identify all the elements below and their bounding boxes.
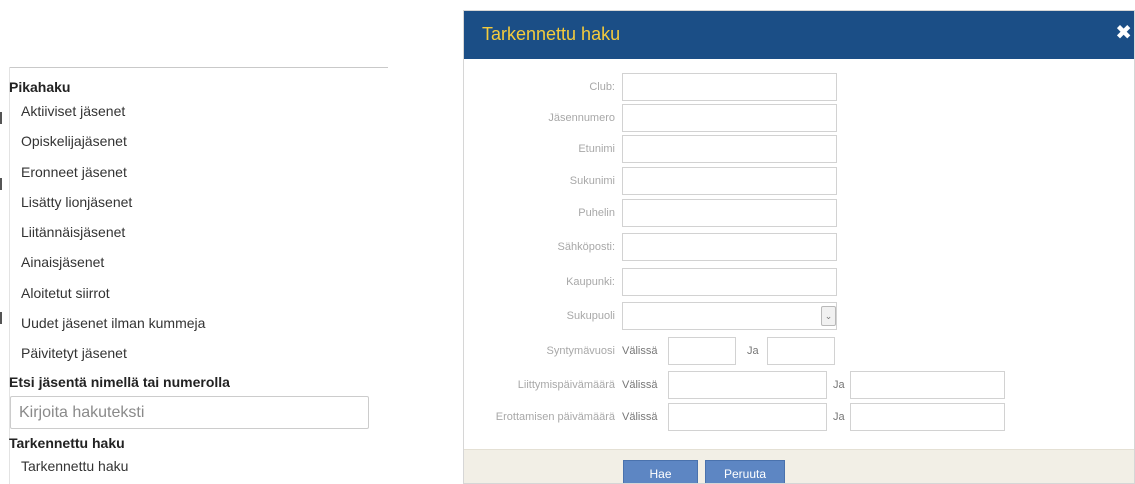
quick-search-item[interactable]: Liitännäisjäsenet [21, 217, 205, 247]
form-row-gender: Sukupuoli ⌄ [464, 302, 1134, 330]
phone-input[interactable] [622, 199, 837, 227]
and-label: Ja [833, 379, 845, 391]
resign-date-from-input[interactable] [668, 403, 827, 431]
quick-search-item[interactable]: Aloitetut siirrot [21, 278, 205, 308]
field-label: Jäsennumero [548, 112, 615, 124]
gender-select[interactable]: ⌄ [622, 302, 837, 330]
resign-date-to-input[interactable] [850, 403, 1005, 431]
quick-search-item[interactable]: Päivitetyt jäsenet [21, 338, 205, 368]
chevron-down-icon[interactable]: ⌄ [821, 306, 836, 326]
field-label: Sukupuoli [566, 310, 615, 322]
background-mark [0, 312, 2, 324]
field-label: Syntymävuosi [546, 345, 615, 357]
quick-search-item[interactable]: Eronneet jäsenet [21, 157, 205, 187]
dialog-title: Tarkennettu haku [482, 24, 621, 44]
club-input[interactable] [622, 73, 837, 101]
quick-search-item[interactable]: Opiskelijajäsenet [21, 126, 205, 156]
birth-year-to-input[interactable] [767, 337, 835, 365]
field-label: Erottamisen päivämäärä [495, 411, 615, 423]
form-row-birth-year: Syntymävuosi Välissä Ja [464, 337, 1134, 365]
quick-search-item[interactable]: Aktiiviset jäsenet [21, 96, 205, 126]
form-row-club: Club: [464, 73, 1134, 101]
cancel-button[interactable]: Peruuta [705, 460, 785, 483]
advanced-search-dialog: Tarkennettu haku ✖ Club: Jäsennumero Etu… [463, 10, 1135, 484]
field-label: Puhelin [578, 207, 615, 219]
join-date-from-input[interactable] [668, 371, 827, 399]
quick-search-item[interactable]: Ainaisjäsenet [21, 247, 205, 277]
field-label: Sukunimi [569, 175, 615, 187]
form-row-first-name: Etunimi [464, 135, 1134, 163]
background-mark [0, 178, 2, 190]
dialog-header: Tarkennettu haku ✖ [464, 11, 1134, 59]
form-row-last-name: Sukunimi [464, 167, 1134, 195]
field-label: Club: [589, 81, 615, 93]
city-input[interactable] [622, 268, 837, 296]
last-name-input[interactable] [622, 167, 837, 195]
advanced-search-heading: Tarkennettu haku [9, 435, 125, 451]
email-input[interactable] [622, 233, 837, 261]
background-mark [0, 112, 2, 124]
field-label: Sähköposti: [557, 241, 615, 253]
form-row-member-number: Jäsennumero [464, 104, 1134, 132]
dialog-footer: Hae Peruuta [464, 449, 1134, 483]
first-name-input[interactable] [622, 135, 837, 163]
quick-search-list: Aktiiviset jäsenet Opiskelijajäsenet Ero… [21, 96, 205, 369]
quick-search-item[interactable]: Lisätty lionjäsenet [21, 187, 205, 217]
form-row-email: Sähköposti: [464, 233, 1134, 261]
form-row-phone: Puhelin [464, 199, 1134, 227]
member-number-input[interactable] [622, 104, 837, 132]
field-label: Kaupunki: [566, 276, 615, 288]
join-date-to-input[interactable] [850, 371, 1005, 399]
between-label: Välissä [622, 379, 658, 391]
quick-search-heading: Pikahaku [9, 79, 71, 95]
advanced-search-link[interactable]: Tarkennettu haku [21, 458, 128, 474]
panel-divider [10, 67, 388, 68]
close-icon[interactable]: ✖ [1115, 23, 1132, 43]
field-label: Liittymispäivämäärä [517, 379, 615, 391]
name-search-input[interactable] [10, 396, 369, 429]
name-search-heading: Etsi jäsentä nimellä tai numerolla [9, 374, 230, 390]
quick-search-item[interactable]: Uudet jäsenet ilman kummeja [21, 308, 205, 338]
search-button[interactable]: Hae [623, 460, 698, 483]
and-label: Ja [833, 411, 845, 423]
between-label: Välissä [622, 411, 658, 423]
form-row-resign-date: Erottamisen päivämäärä Välissä Ja [464, 403, 1134, 431]
birth-year-from-input[interactable] [668, 337, 736, 365]
form-row-city: Kaupunki: [464, 268, 1134, 296]
between-label: Välissä [622, 345, 658, 357]
and-label: Ja [747, 345, 759, 357]
form-row-join-date: Liittymispäivämäärä Välissä Ja [464, 371, 1134, 399]
field-label: Etunimi [578, 143, 615, 155]
